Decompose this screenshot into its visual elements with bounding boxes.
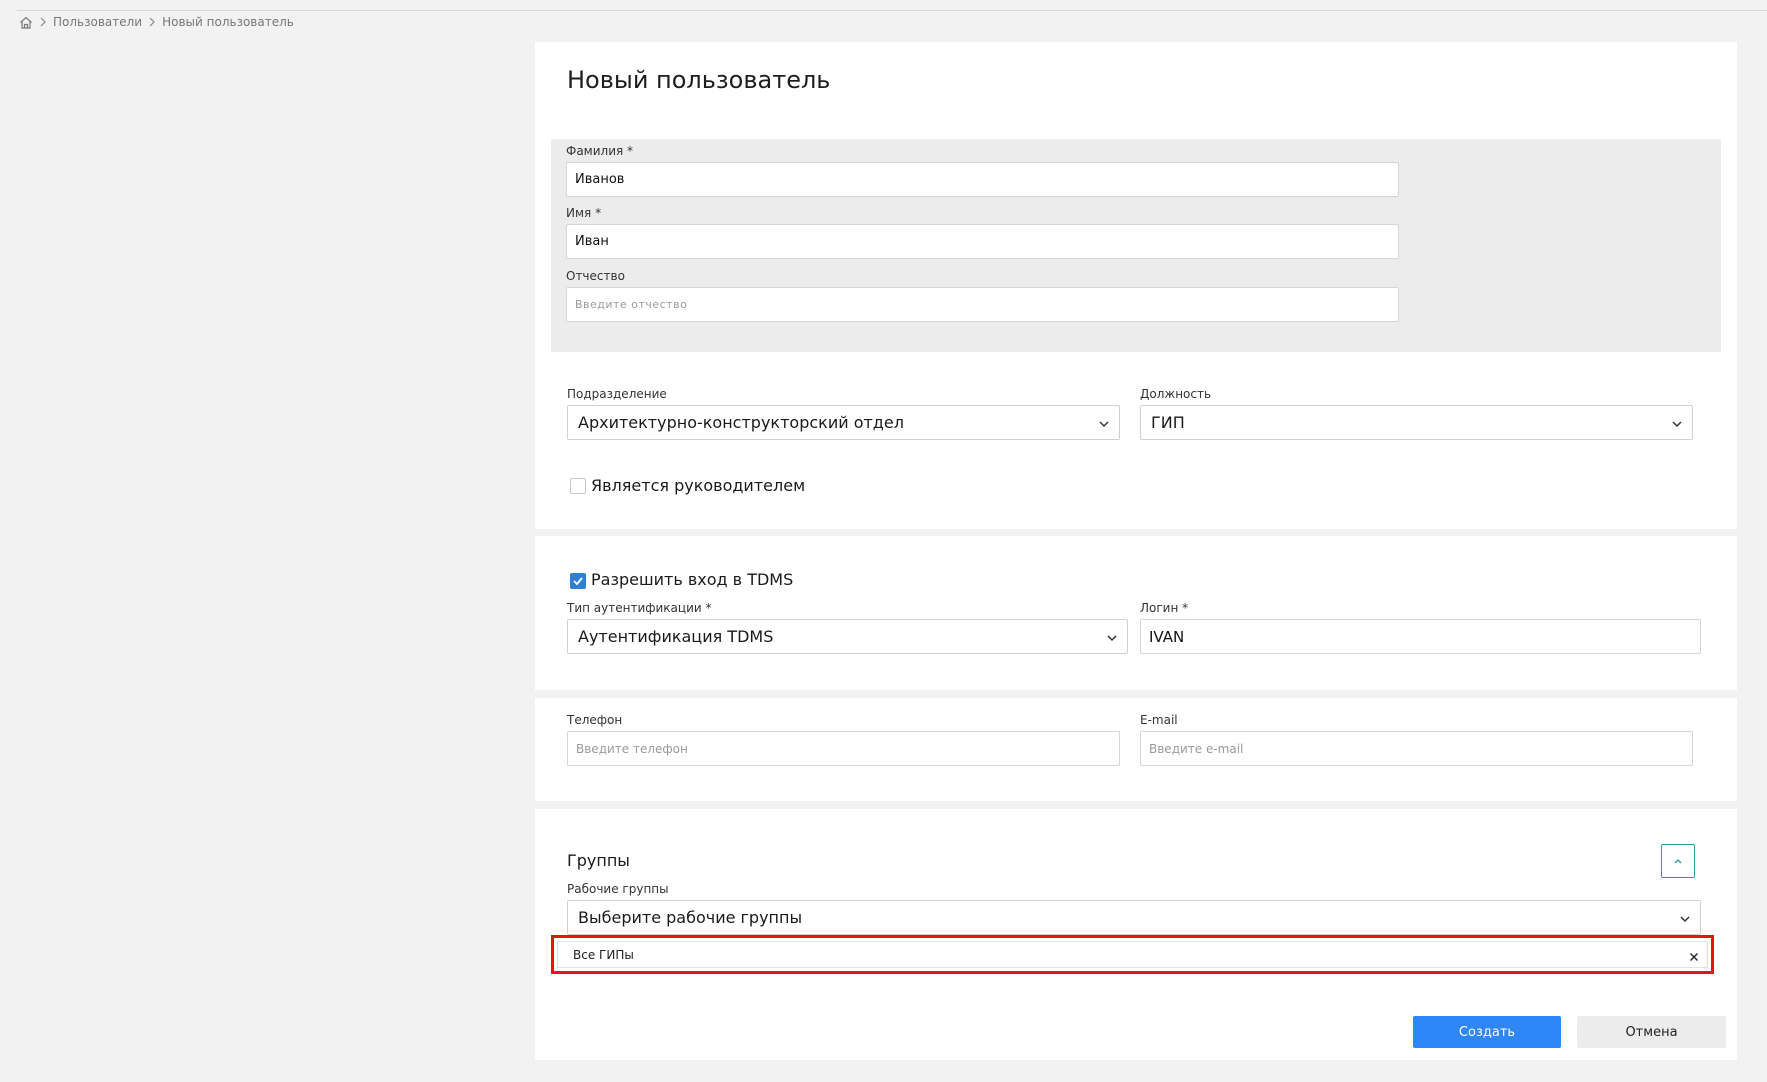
department-select[interactable]: Архитектурно-конструкторский отдел xyxy=(567,405,1120,440)
auth-type-value: Аутентификация TDMS xyxy=(578,627,774,646)
allow-login-label: Разрешить вход в TDMS xyxy=(591,570,794,589)
last-name-input[interactable]: Иванов xyxy=(566,162,1399,197)
chevron-down-icon xyxy=(1105,630,1119,649)
page-title: Новый пользователь xyxy=(567,66,831,94)
first-name-input[interactable]: Иван xyxy=(566,224,1399,259)
breadcrumb-current: Новый пользователь xyxy=(162,15,294,29)
phone-label: Телефон xyxy=(567,713,623,727)
auth-type-select[interactable]: Аутентификация TDMS xyxy=(567,619,1128,654)
collapse-groups-button[interactable] xyxy=(1661,844,1695,878)
chevron-right-icon xyxy=(39,17,47,27)
chevron-down-icon xyxy=(1097,416,1111,435)
is-manager-label: Является руководителем xyxy=(591,476,806,495)
chevron-right-icon xyxy=(148,17,156,27)
name-block: Фамилия * Иванов Имя * Иван Отчество Вве… xyxy=(551,139,1721,352)
is-manager-checkbox[interactable] xyxy=(570,478,586,494)
middle-name-label: Отчество xyxy=(566,269,625,283)
position-label: Должность xyxy=(1140,387,1212,401)
email-label: E-mail xyxy=(1140,713,1178,727)
department-label: Подразделение xyxy=(567,387,667,401)
chevron-up-icon xyxy=(1674,859,1682,864)
top-divider xyxy=(17,10,1767,11)
login-label: Логин * xyxy=(1140,601,1189,615)
first-name-label: Имя * xyxy=(566,206,602,220)
work-groups-label: Рабочие группы xyxy=(567,882,669,896)
department-value: Архитектурно-конструкторский отдел xyxy=(578,413,904,432)
check-icon xyxy=(573,577,583,586)
phone-input[interactable]: Введите телефон xyxy=(567,731,1120,766)
breadcrumb: Пользователи Новый пользователь xyxy=(19,14,294,30)
basic-info-panel: Новый пользователь Фамилия * Иванов Имя … xyxy=(535,42,1737,529)
work-groups-select[interactable]: Выберите рабочие группы xyxy=(567,900,1701,935)
auth-type-label: Тип аутентификации * xyxy=(567,601,712,615)
chevron-down-icon xyxy=(1678,911,1692,930)
chevron-down-icon xyxy=(1670,416,1684,435)
cancel-button[interactable]: Отмена xyxy=(1577,1016,1726,1048)
work-groups-placeholder: Выберите рабочие группы xyxy=(578,908,803,927)
email-input[interactable]: Введите e-mail xyxy=(1140,731,1693,766)
selected-group-tag: Все ГИПы xyxy=(557,941,1708,968)
home-icon[interactable] xyxy=(19,16,33,29)
selected-group-label: Все ГИПы xyxy=(573,947,634,962)
access-panel: Разрешить вход в TDMS Тип аутентификации… xyxy=(535,536,1737,690)
contacts-panel: Телефон Введите телефон E-mail Введите e… xyxy=(535,698,1737,801)
groups-panel: Группы Рабочие группы Выберите рабочие г… xyxy=(535,809,1737,1060)
close-icon[interactable] xyxy=(1689,951,1699,965)
position-value: ГИП xyxy=(1151,413,1185,432)
breadcrumb-users-link[interactable]: Пользователи xyxy=(53,15,142,29)
position-select[interactable]: ГИП xyxy=(1140,405,1693,440)
create-button[interactable]: Создать xyxy=(1413,1016,1561,1048)
allow-login-checkbox[interactable] xyxy=(570,573,586,589)
middle-name-input[interactable]: Введите отчество xyxy=(566,287,1399,322)
login-input[interactable]: IVAN xyxy=(1140,619,1701,654)
last-name-label: Фамилия * xyxy=(566,144,634,158)
selected-group-row: Все ГИПы xyxy=(551,935,1714,974)
groups-title: Группы xyxy=(567,851,630,870)
